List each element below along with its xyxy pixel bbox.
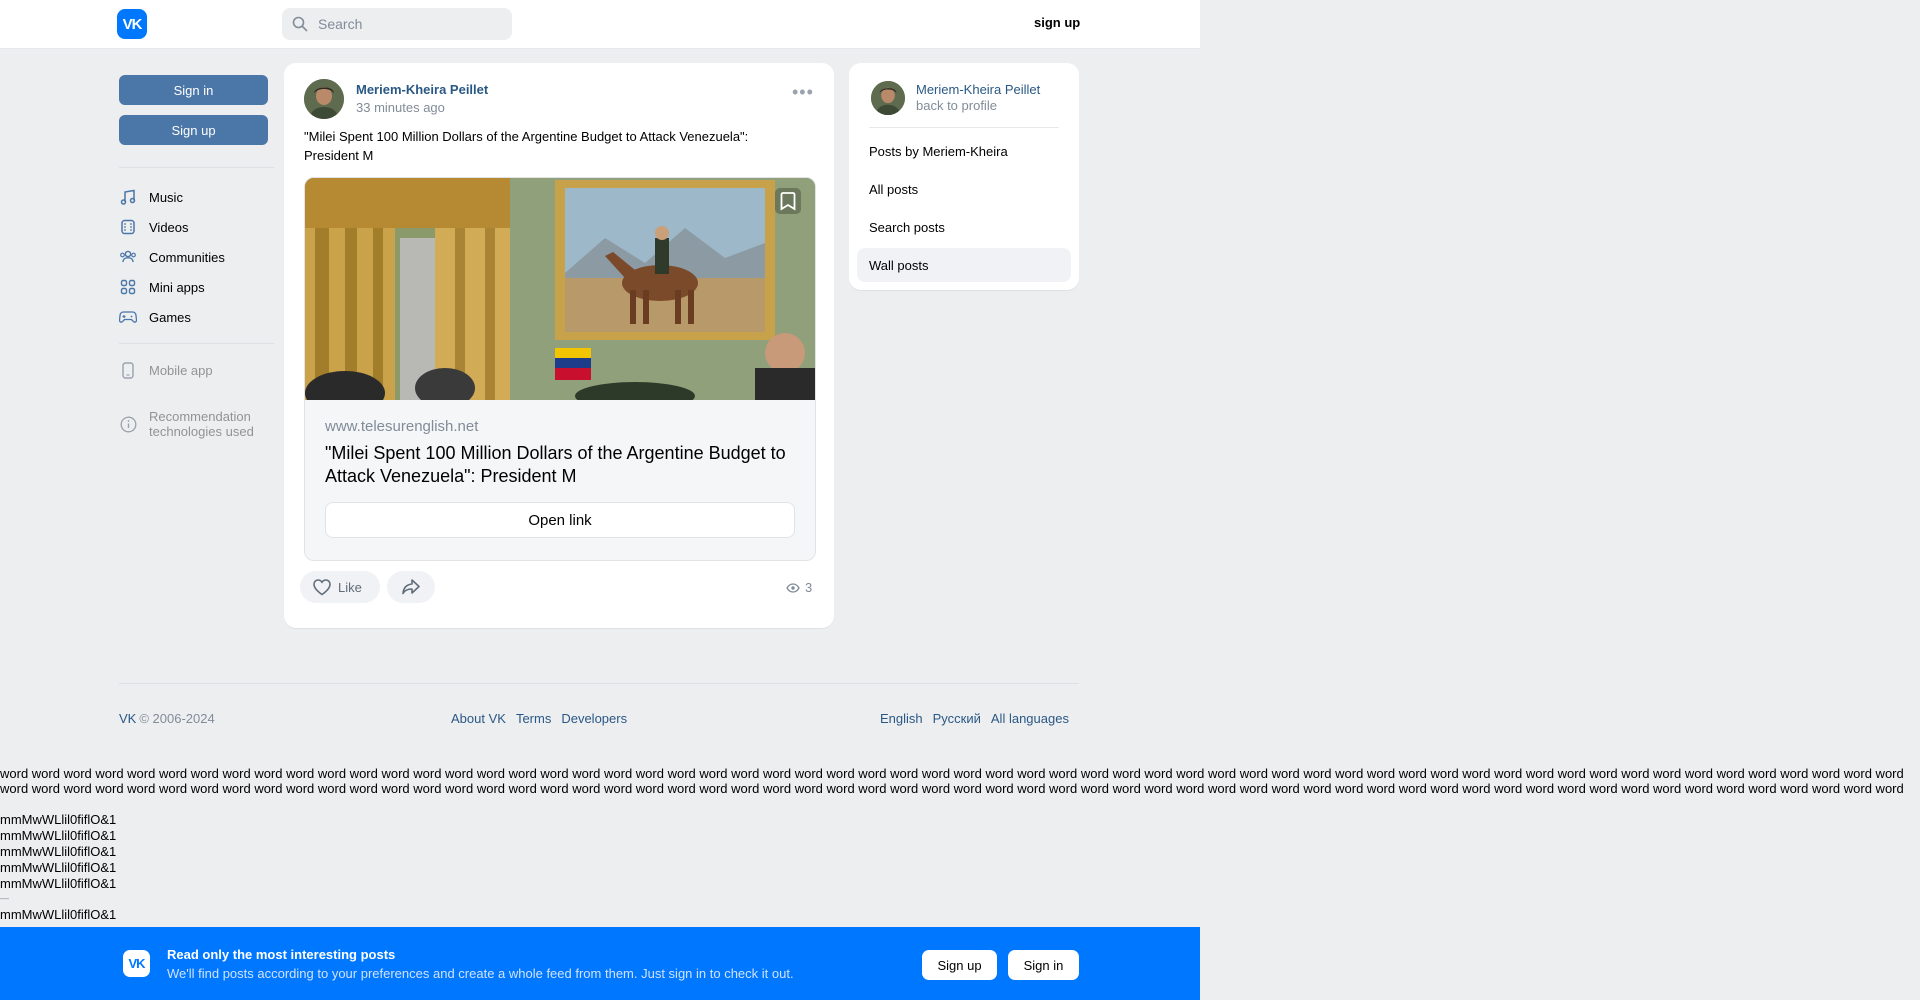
debug-glyph-line: mmMwWLlil0fiflO&1 xyxy=(0,844,117,859)
promo-banner: VK Read only the most interesting posts … xyxy=(0,927,1200,1000)
mobile-app-label: Mobile app xyxy=(149,362,213,378)
signup-button[interactable]: Sign up xyxy=(119,115,268,145)
promo-title: Read only the most interesting posts xyxy=(167,947,396,962)
promo-signin-button[interactable]: Sign in xyxy=(1008,950,1079,980)
sidebar-item-label: Mini apps xyxy=(149,279,205,295)
share-icon xyxy=(402,579,420,595)
bookmark-icon[interactable] xyxy=(775,188,801,214)
recommendation-line2: technologies used xyxy=(149,424,254,439)
more-options-icon[interactable]: ••• xyxy=(792,83,816,105)
footer-terms-link[interactable]: Terms xyxy=(516,711,551,726)
sidebar-item-videos[interactable]: Videos xyxy=(119,214,189,240)
sidebar-item-mini-apps[interactable]: Mini apps xyxy=(119,274,205,300)
promo-signup-button[interactable]: Sign up xyxy=(922,950,997,980)
communities-icon xyxy=(119,248,137,266)
games-icon xyxy=(119,308,137,326)
post-card: Meriem-Kheira Peillet 33 minutes ago •••… xyxy=(284,63,834,628)
debug-glyph-line: mmMwWLlil0fiflO&1 xyxy=(0,907,117,922)
debug-glyph-line: mmMwWLlil0fiflO&1 xyxy=(0,876,117,891)
debug-glyph-line: mmMwWLlil0fiflO&1 xyxy=(0,828,117,843)
header-signup-link[interactable]: sign up xyxy=(1034,15,1080,30)
debug-words-line: word word word word word word word word … xyxy=(0,766,1904,781)
all-posts-item[interactable]: All posts xyxy=(857,172,1071,206)
videos-icon xyxy=(119,218,137,236)
back-to-profile-link[interactable]: back to profile xyxy=(916,98,997,113)
music-icon xyxy=(119,188,137,206)
footer-copyright: VK © 2006-2024 xyxy=(119,711,215,726)
promo-subtitle: We'll find posts according to your prefe… xyxy=(167,966,794,981)
search-posts-item[interactable]: Search posts xyxy=(857,210,1071,244)
sidebar-item-label: Communities xyxy=(149,249,225,265)
debug-glyph-line: mmMwWLlil0fiflO&1 xyxy=(0,812,117,827)
top-header: VK sign up xyxy=(0,0,1200,49)
footer-about-link[interactable]: About VK xyxy=(451,711,506,726)
post-text: "Milei Spent 100 Million Dollars of the … xyxy=(304,129,749,163)
link-domain: www.telesurenglish.net xyxy=(325,418,479,435)
info-icon xyxy=(119,415,137,433)
vk-logo[interactable]: VK xyxy=(117,9,147,39)
post-author-link[interactable]: Meriem-Kheira Peillet xyxy=(356,82,488,97)
signin-button[interactable]: Sign in xyxy=(119,75,268,105)
sidebar-item-music[interactable]: Music xyxy=(119,184,183,210)
lang-english-link[interactable]: English xyxy=(880,711,923,726)
author-avatar[interactable] xyxy=(304,79,344,119)
recommendation-label: Recommendation technologies used xyxy=(149,409,254,439)
all-languages-link[interactable]: All languages xyxy=(991,711,1069,726)
eye-icon xyxy=(786,582,800,593)
lang-russian-link[interactable]: Русский xyxy=(933,711,981,726)
posts-by-author-item[interactable]: Posts by Meriem-Kheira xyxy=(857,134,1071,168)
recommendation-tech-link[interactable]: Recommendation technologies used xyxy=(119,409,254,441)
vk-logo: VK xyxy=(123,950,150,977)
sidebar-item-label: Videos xyxy=(149,219,189,235)
recommendation-line1: Recommendation xyxy=(149,409,251,424)
sidebar-item-games[interactable]: Games xyxy=(119,304,191,330)
phone-icon xyxy=(119,361,137,379)
post-time[interactable]: 33 minutes ago xyxy=(356,100,445,115)
footer-divider xyxy=(119,683,1079,684)
link-preview-image[interactable] xyxy=(305,178,815,400)
search-icon xyxy=(292,16,308,32)
sidebar-item-communities[interactable]: Communities xyxy=(119,244,225,270)
share-button[interactable] xyxy=(387,571,435,603)
search-input[interactable] xyxy=(318,8,503,40)
heart-icon xyxy=(313,579,331,596)
sidebar-item-label: Music xyxy=(149,189,183,205)
debug-words-line: word word word word word word word word … xyxy=(0,781,1904,796)
debug-dash: — xyxy=(0,893,9,903)
sidebar-item-label: Games xyxy=(149,309,191,325)
views-count: 3 xyxy=(805,580,813,595)
profile-avatar[interactable] xyxy=(871,81,905,115)
wall-posts-item[interactable]: Wall posts xyxy=(857,248,1071,282)
profile-nav-card: Meriem-Kheira Peillet back to profile Po… xyxy=(849,63,1079,290)
debug-glyph-line: mmMwWLlil0fiflO&1 xyxy=(0,860,117,875)
search-box[interactable] xyxy=(282,8,512,40)
footer-languages: English Русский All languages xyxy=(880,711,1069,726)
like-label: Like xyxy=(338,579,362,595)
views-counter: 3 xyxy=(786,580,812,595)
open-link-button[interactable]: Open link xyxy=(325,502,795,538)
profile-name-link[interactable]: Meriem-Kheira Peillet xyxy=(916,82,1040,97)
footer-vk-link[interactable]: VK xyxy=(119,711,136,726)
link-title[interactable]: "Milei Spent 100 Million Dollars of the … xyxy=(325,442,795,488)
side-divider xyxy=(869,127,1059,128)
copyright-text: © 2006-2024 xyxy=(139,711,215,726)
link-attachment[interactable]: www.telesurenglish.net "Milei Spent 100 … xyxy=(304,177,816,561)
mobile-app-link[interactable]: Mobile app xyxy=(119,357,213,383)
mini-apps-icon xyxy=(119,278,137,296)
like-button[interactable]: Like xyxy=(300,571,380,603)
footer-links: About VK Terms Developers xyxy=(451,711,637,726)
left-divider xyxy=(119,343,274,344)
left-divider xyxy=(119,167,274,168)
footer-developers-link[interactable]: Developers xyxy=(561,711,627,726)
